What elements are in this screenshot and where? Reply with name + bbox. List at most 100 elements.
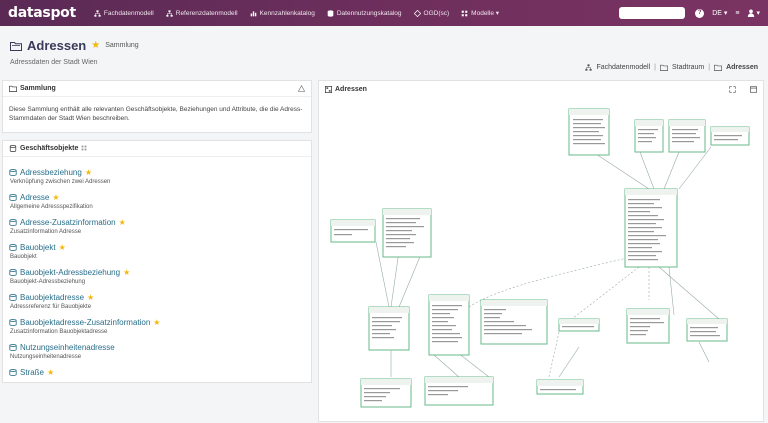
node-adresszuordnung[interactable] — [686, 318, 728, 342]
object-icon — [9, 318, 17, 326]
app-logo[interactable]: dataspot — [8, 5, 76, 21]
node-bauobjekt-adressbeziehung[interactable] — [360, 378, 412, 408]
item-description: Nutzungseinheitenadresse — [10, 353, 82, 360]
node-adresse-zusatzinformation[interactable] — [480, 299, 548, 345]
sitemap-icon — [94, 9, 101, 17]
sammlung-card: Sammlung Diese Sammlung enthält alle rel… — [2, 80, 312, 133]
uml-diagram-canvas[interactable] — [319, 97, 765, 423]
favorite-star-icon[interactable]: ★ — [59, 243, 66, 252]
nav-kennzahlenkatalog[interactable]: Kennzahlenkatalog — [250, 10, 315, 17]
list-item-nutzungseinheitenadresse[interactable]: Nutzungseinheitenadresse Nutzungseinheit… — [3, 340, 311, 363]
window-icon[interactable] — [750, 85, 757, 93]
expand-icon[interactable] — [729, 85, 736, 93]
favorite-star-icon[interactable]: ★ — [85, 168, 92, 177]
item-description: Verknüpfung zwischen zwei Adressen — [10, 178, 111, 185]
node-bauobjektadresse-zusatzinformation[interactable] — [424, 376, 494, 406]
item-title[interactable]: Bauobjektadresse-Zusatzinformation — [20, 318, 150, 327]
user-icon — [748, 9, 755, 17]
nav-label: Datennutzungskatalog — [336, 9, 402, 17]
node-nutzungseinheit[interactable] — [558, 318, 600, 332]
warning-icon[interactable] — [298, 85, 305, 92]
diagram-panel: Adressen — [318, 80, 764, 422]
user-menu[interactable]: ▾ — [747, 9, 760, 17]
object-icon — [9, 168, 17, 176]
card-header: Sammlung — [3, 81, 311, 97]
list-item-adresse[interactable]: Adresse ★ Allgemeine Adressspezifikation — [3, 190, 311, 213]
item-title[interactable]: Adresse — [20, 193, 49, 202]
object-icon — [9, 218, 17, 226]
favorite-star-icon[interactable]: ★ — [119, 218, 126, 227]
node-bauobjekt[interactable] — [382, 208, 432, 258]
collection-icon — [659, 64, 668, 71]
favorite-star-icon[interactable]: ★ — [123, 268, 130, 277]
grid-icon — [81, 145, 87, 151]
item-title[interactable]: Adressbeziehung — [20, 168, 82, 177]
item-title[interactable]: Bauobjekt — [20, 243, 56, 252]
item-description: Zusatzinformation Adresse — [10, 228, 82, 235]
list-item-bauobjekt[interactable]: Bauobjekt ★ Bauobjekt — [3, 240, 311, 263]
collection-icon — [10, 41, 22, 51]
list-item-adresse-zusatzinformation[interactable]: Adresse-Zusatzinformation ★ Zusatzinforma… — [3, 215, 311, 238]
object-icon — [9, 343, 17, 351]
list-item-bauobjekt-adressbeziehung[interactable]: Bauobjekt-Adressbeziehung ★ Bauobjekt-Adr… — [3, 265, 311, 288]
item-title[interactable]: Bauobjekt-Adressbeziehung — [20, 268, 120, 277]
sitemap-icon — [166, 9, 173, 17]
search-input[interactable] — [619, 7, 686, 19]
card-header: Adressen — [319, 81, 763, 97]
item-description: Adressreferenz für Bauobjekte — [10, 303, 92, 310]
item-title[interactable]: Adresse-Zusatzinformation — [20, 218, 116, 227]
node-strasse[interactable] — [668, 119, 706, 153]
node-eingangsadresse[interactable] — [626, 308, 670, 344]
user-chevron: ▾ — [756, 10, 760, 17]
list-item-bauobjektadresse[interactable]: Bauobjektadresse ★ Adressreferenz für Bau… — [3, 290, 311, 313]
favorite-star-icon[interactable]: ★ — [91, 40, 100, 51]
object-icon — [9, 368, 17, 376]
nav-label: Fachdatenmodell — [103, 9, 154, 17]
grid-icon — [461, 10, 468, 16]
favorite-star-icon[interactable]: ★ — [153, 318, 160, 327]
breadcrumb: Fachdatenmodell | Stadtraum | Adressen — [585, 64, 758, 71]
node-nutzungseinheitenadresse[interactable] — [536, 379, 584, 395]
node-adresse[interactable] — [624, 188, 678, 268]
object-icon — [9, 268, 17, 276]
nav-datennutzungskatalog[interactable]: Datennutzungskatalog — [327, 10, 402, 17]
help-icon[interactable]: ? — [695, 8, 705, 18]
breadcrumb-separator: | — [708, 64, 711, 71]
node-bauobjektadresse[interactable] — [368, 306, 410, 351]
nav-fachdatenmodell[interactable]: Fachdatenmodell — [94, 10, 154, 17]
object-icon — [9, 243, 17, 251]
geschaeftsobjekte-card: Geschäftsobjekte Adressbeziehung ★ Verknü… — [2, 139, 312, 383]
breadcrumb-separator: | — [654, 64, 656, 71]
object-list: Adressbeziehung ★ Verknüpfung zwischen zw… — [3, 157, 311, 380]
favorite-star-icon[interactable]: ★ — [47, 368, 54, 377]
node-notiz[interactable] — [710, 126, 750, 146]
breadcrumb-item[interactable]: Stadtraum — [672, 64, 704, 71]
collection-icon — [9, 85, 17, 92]
breadcrumb-item[interactable]: Fachdatenmodell — [596, 64, 650, 71]
nav-modelle-dropdown[interactable]: Modelle ▾ — [461, 9, 499, 17]
node-hausnummer[interactable] — [568, 108, 610, 156]
nav-label: Modelle ▾ — [471, 10, 500, 17]
favorite-star-icon[interactable]: ★ — [52, 193, 59, 202]
favorite-star-icon[interactable]: ★ — [87, 293, 94, 302]
language-dropdown[interactable]: DE ▾ — [712, 9, 727, 17]
diagram-icon — [325, 85, 332, 93]
nav-ogd[interactable]: OGD(sc) — [413, 9, 450, 17]
item-title[interactable]: Straße — [20, 368, 44, 377]
node-adressbeziehung[interactable] — [428, 294, 470, 356]
item-title[interactable]: Bauobjektadresse — [20, 293, 84, 302]
object-icon — [9, 193, 17, 201]
list-item-strasse[interactable]: Straße ★ — [3, 365, 311, 380]
nav-label: OGD(sc) — [423, 9, 450, 17]
menu-icon[interactable]: ≡ — [735, 10, 739, 17]
card-title: Sammlung — [20, 85, 56, 92]
list-item-bauobjektadresse-zusatzinformation[interactable]: Bauobjektadresse-Zusatzinformation ★ Zusa… — [3, 315, 311, 338]
nav-referenzdatenmodell[interactable]: Referenzdatenmodell — [166, 10, 238, 17]
list-item-adressbeziehung[interactable]: Adressbeziehung ★ Verknüpfung zwischen zw… — [3, 165, 311, 188]
item-title[interactable]: Nutzungseinheitenadresse — [20, 343, 115, 352]
node-ort[interactable] — [634, 119, 664, 153]
node-gebaeude[interactable] — [330, 219, 376, 243]
breadcrumb-current: Adressen — [726, 64, 758, 71]
chart-icon — [250, 10, 256, 16]
object-icon — [9, 293, 17, 301]
